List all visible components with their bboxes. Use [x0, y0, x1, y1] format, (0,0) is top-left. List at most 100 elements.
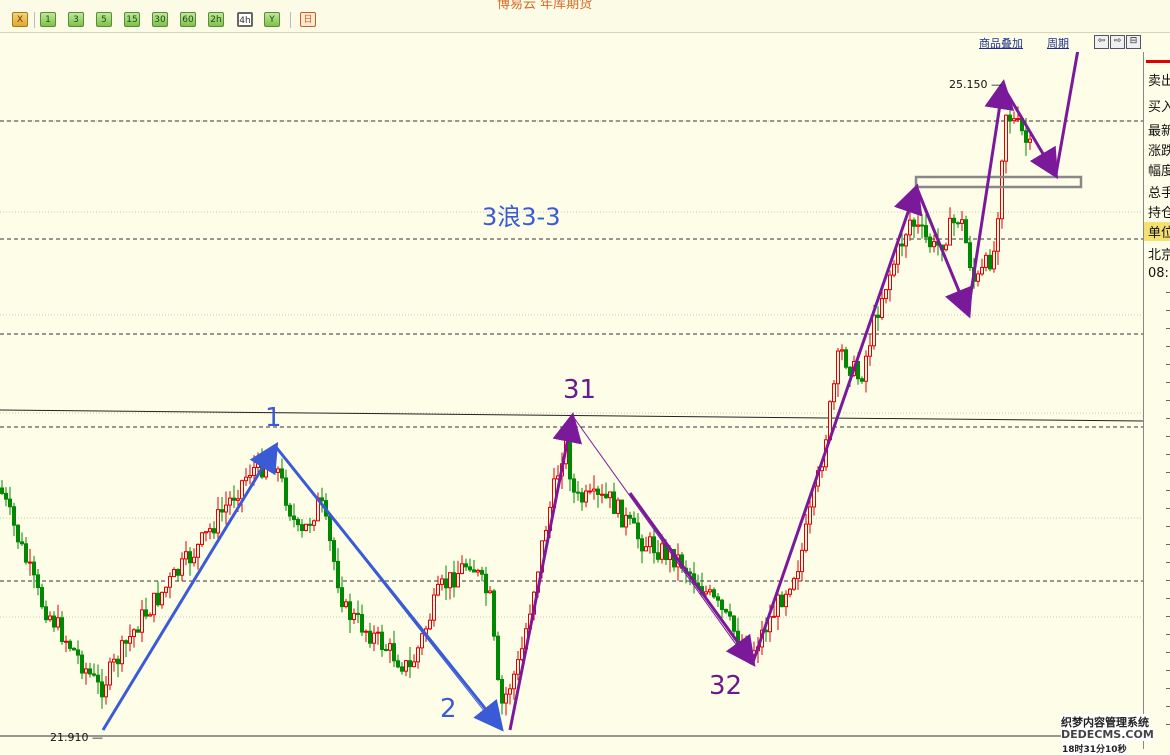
candle-body	[384, 649, 388, 652]
candle-body	[776, 594, 780, 617]
scroll-left-button[interactable]: ⇦	[1094, 35, 1109, 49]
side-label-5: 总手	[1148, 186, 1170, 201]
price-chart[interactable]: 25.150 —21.910 —3浪3-312313233	[0, 52, 1143, 749]
candle-body	[508, 688, 512, 695]
candle-body	[320, 497, 324, 502]
period-button-5[interactable]: 5	[96, 12, 112, 27]
candle-body	[372, 632, 376, 644]
candle-body	[604, 493, 608, 499]
candle-body	[868, 345, 872, 357]
scroll-right-button[interactable]: ⇨	[1110, 35, 1125, 49]
period-button-x[interactable]: X	[12, 12, 28, 27]
candle-body	[28, 561, 32, 564]
candle-body	[584, 490, 588, 503]
candle-body	[376, 631, 380, 634]
candle-body	[328, 515, 332, 542]
period-button-15[interactable]: 15	[124, 12, 140, 27]
zoom-out-button[interactable]: ⊟	[1126, 35, 1141, 49]
candle-body	[32, 561, 36, 576]
side-tick	[1166, 706, 1170, 707]
candle-body	[600, 493, 604, 496]
candle-body	[204, 531, 208, 534]
candle-body	[1028, 138, 1032, 143]
candle-body	[516, 659, 520, 675]
candle-body	[440, 578, 444, 585]
candle-body	[208, 528, 212, 533]
side-tick	[1166, 580, 1170, 581]
candle-body	[1008, 114, 1012, 122]
period-button-30[interactable]: 30	[152, 12, 168, 27]
wave-1-arrow	[101, 441, 279, 731]
candle-body	[292, 515, 296, 520]
side-tick	[1166, 652, 1170, 653]
candle-body	[404, 660, 408, 672]
candle-body	[132, 629, 136, 638]
candle-body	[184, 551, 188, 560]
period-button-calendar[interactable]: 日	[300, 12, 316, 27]
candle-body	[892, 263, 896, 276]
overlay-link[interactable]: 商品叠加	[979, 35, 1023, 51]
side-label-6: 持仓	[1148, 206, 1170, 221]
side-label-3: 涨跌	[1148, 144, 1170, 159]
candle-body	[860, 378, 864, 382]
candle-body	[0, 487, 4, 494]
candle-body	[88, 668, 92, 675]
candle-body	[124, 640, 128, 644]
candle-body	[180, 558, 184, 576]
candle-body	[92, 673, 96, 676]
candle-body	[456, 573, 460, 588]
candle-body	[156, 592, 160, 606]
candle-body	[596, 488, 600, 495]
candle-body	[172, 569, 176, 578]
candle-body	[980, 266, 984, 275]
period-button-1[interactable]: 1	[40, 12, 56, 27]
candle-body	[388, 643, 392, 651]
candle-body	[108, 661, 112, 686]
candle-body	[704, 591, 708, 595]
candle-body	[44, 606, 48, 621]
candle-body	[268, 463, 272, 470]
candle-body	[844, 349, 848, 368]
candle-body	[420, 633, 424, 649]
candle-body	[364, 630, 368, 633]
candle-body	[640, 538, 644, 552]
side-label-7: 单位	[1144, 222, 1170, 241]
period-link[interactable]: 周期	[1047, 35, 1069, 51]
candle-body	[140, 609, 144, 633]
candle-body	[228, 497, 232, 506]
wave-2-label: 2	[440, 694, 457, 724]
candle-body	[612, 491, 616, 514]
candle-body	[712, 589, 716, 598]
candle-body	[928, 236, 932, 248]
candle-body	[40, 587, 44, 608]
candle-body	[912, 219, 916, 227]
candle-body	[500, 678, 504, 704]
side-tick	[1166, 400, 1170, 401]
candle-body	[72, 647, 76, 651]
period-button-2h[interactable]: 2h	[208, 12, 224, 27]
period-button-60[interactable]: 60	[180, 12, 196, 27]
side-tick	[1166, 436, 1170, 437]
candle-body	[256, 457, 260, 468]
candle-body	[772, 615, 776, 618]
candle-body	[128, 636, 132, 644]
period-button-4h[interactable]: 4h	[237, 12, 253, 27]
candle-body	[252, 466, 256, 477]
wave-2-thin-line	[275, 446, 497, 727]
period-button-3[interactable]: 3	[68, 12, 84, 27]
candle-body	[784, 593, 788, 608]
side-panel-accent	[1146, 60, 1170, 63]
wave-33-2-arrow	[915, 188, 973, 319]
side-tick	[1166, 508, 1170, 509]
candle-body	[648, 536, 652, 548]
candle-body	[192, 556, 196, 564]
candle-body	[120, 640, 124, 665]
candle-body	[284, 477, 288, 506]
candle-body	[800, 549, 804, 573]
candle-body	[916, 224, 920, 227]
candle-body	[196, 543, 200, 558]
candle-body	[200, 532, 204, 545]
period-button-y[interactable]: Y	[264, 12, 280, 27]
candle-body	[616, 499, 620, 514]
side-tick	[1166, 670, 1170, 671]
